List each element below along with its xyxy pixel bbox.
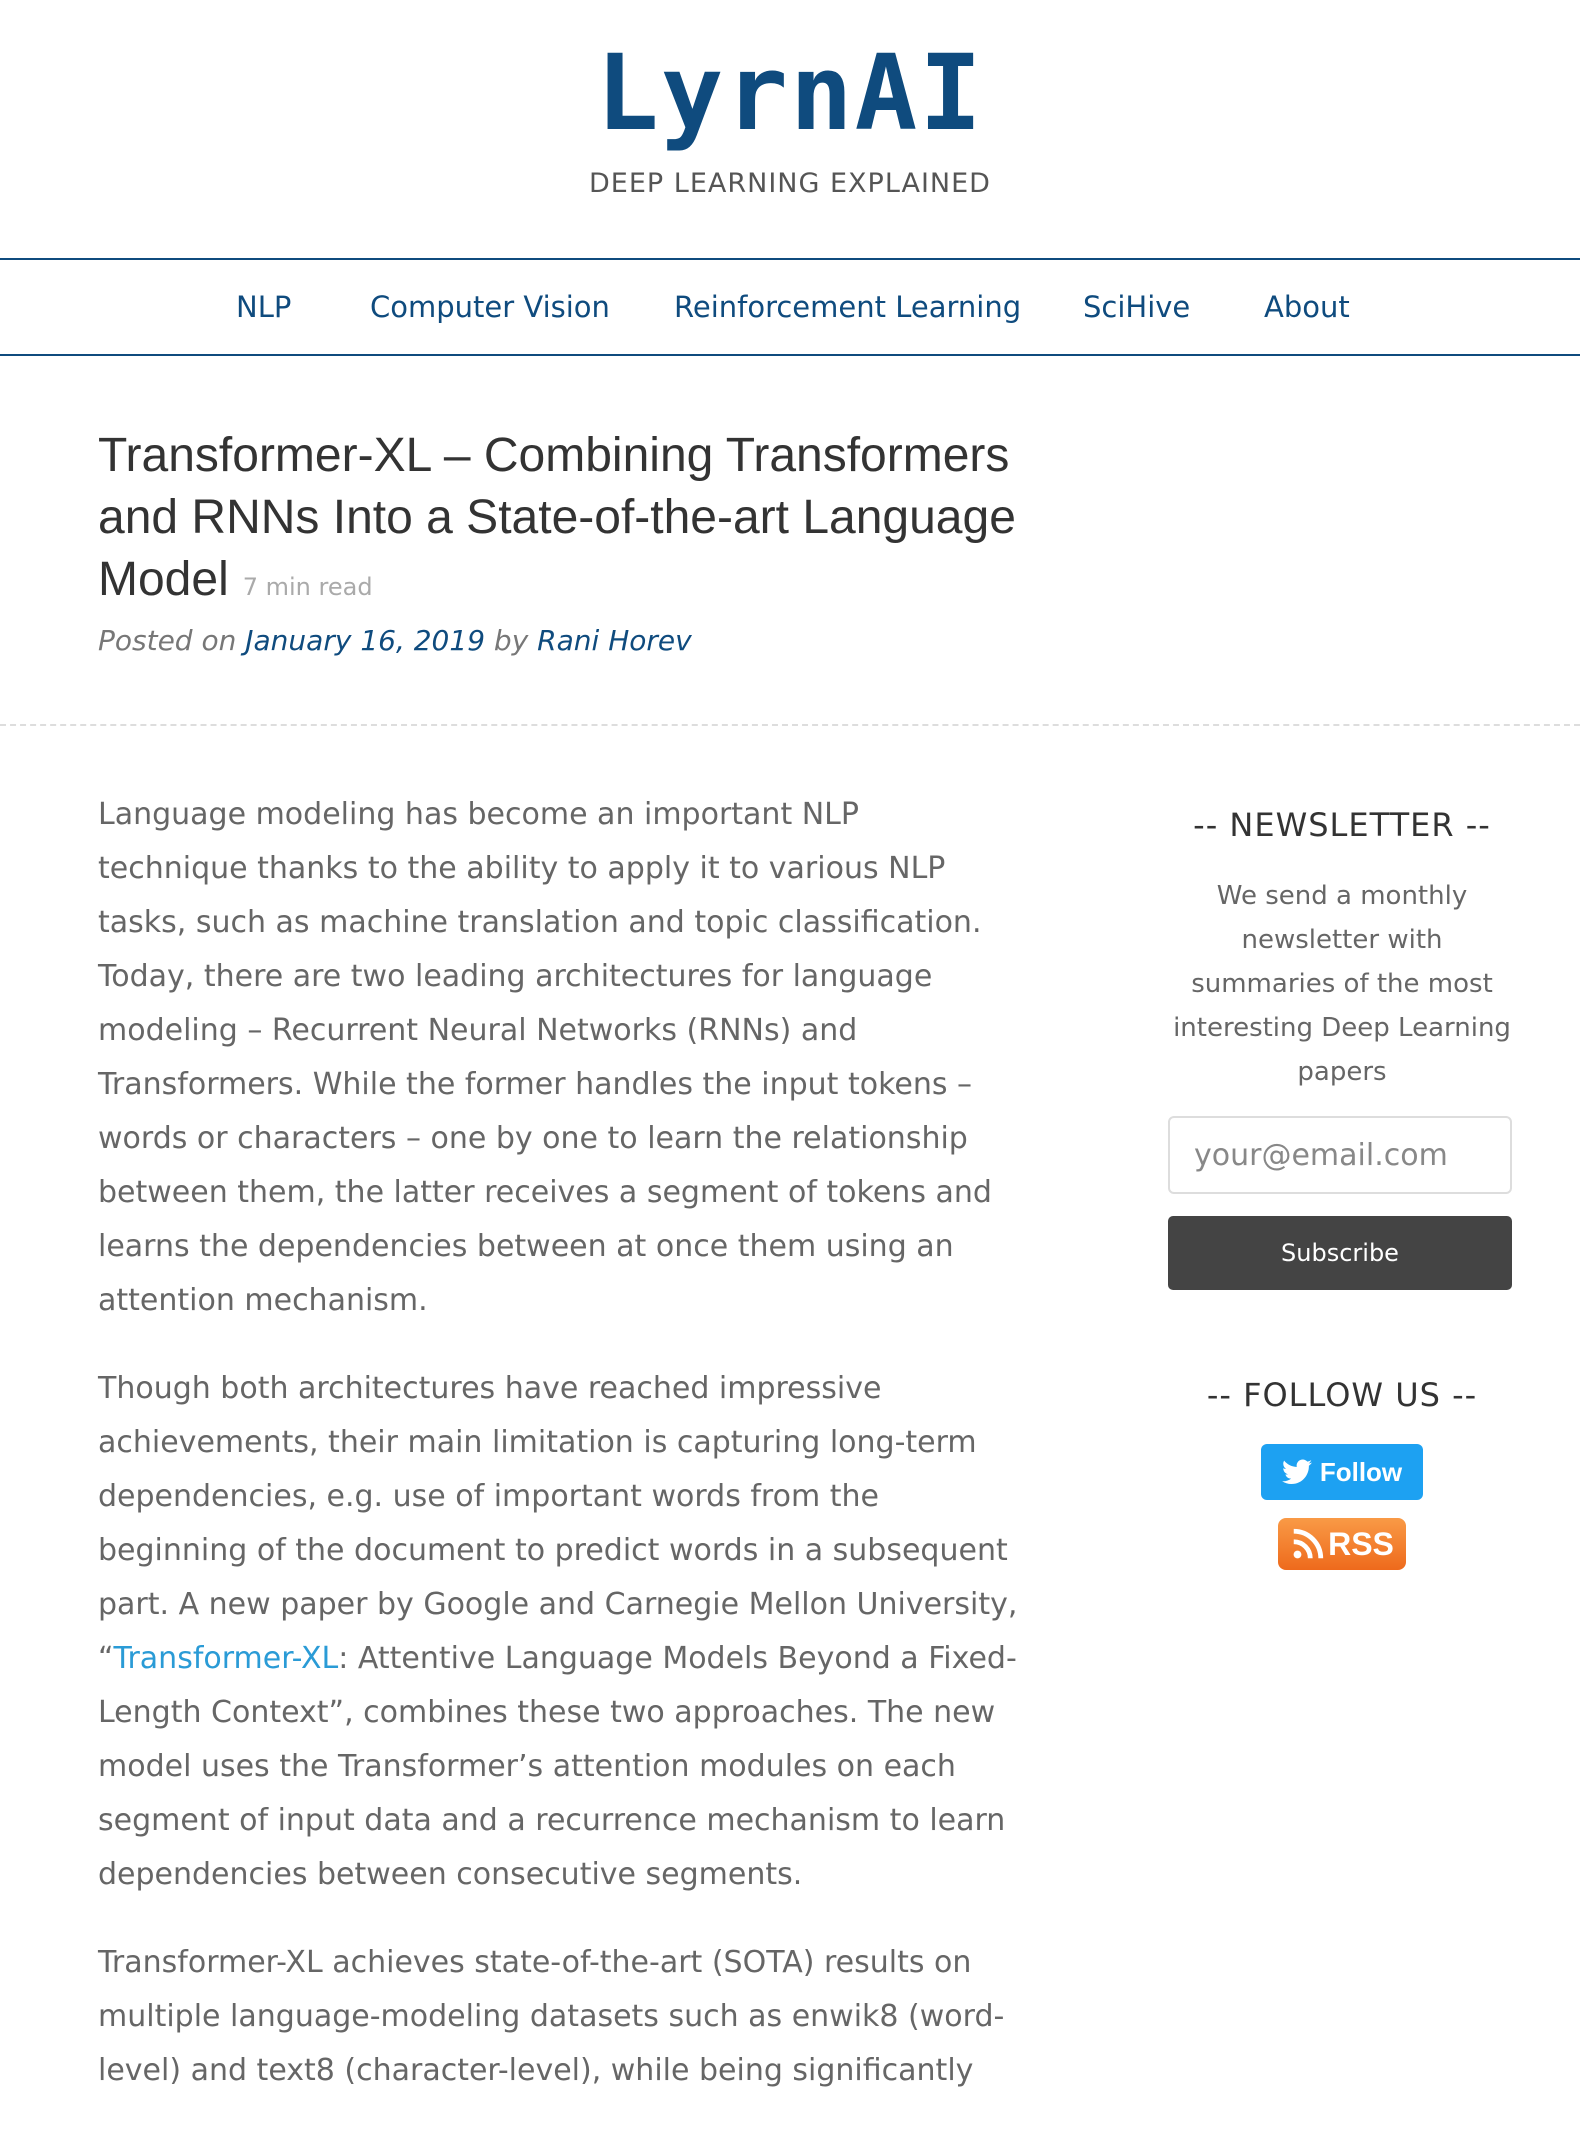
follow-us-title: -- FOLLOW US --: [1206, 1376, 1478, 1414]
article-paragraph: Though both architectures have reached i…: [98, 1362, 1018, 1902]
twitter-bird-icon: [1281, 1459, 1312, 1484]
post-title-text: Transformer-XL – Combining Transformers …: [98, 429, 1016, 606]
nav-item-nlp[interactable]: NLP: [236, 290, 291, 324]
nav-item-reinforcement-learning[interactable]: Reinforcement Learning: [674, 290, 1021, 324]
site-tagline: DEEP LEARNING EXPLAINED: [589, 168, 991, 199]
post-meta: Posted on January 16, 2019 by Rani Horev: [98, 624, 692, 657]
rss-label: RSS: [1328, 1525, 1394, 1562]
paragraph-text: Though both architectures have reached i…: [98, 1371, 1018, 1676]
twitter-follow-label: Follow: [1319, 1456, 1403, 1487]
posted-on-label: Posted on: [98, 624, 237, 657]
section-divider: [0, 724, 1580, 726]
twitter-follow-button[interactable]: Follow: [1261, 1444, 1423, 1500]
newsletter-description: We send a monthly newsletter with summar…: [1173, 881, 1511, 1087]
newsletter-title: -- NEWSLETTER --: [1193, 806, 1491, 844]
rss-feed-icon: [1293, 1528, 1324, 1559]
transformer-xl-paper-link[interactable]: Transformer-XL: [114, 1641, 339, 1676]
article-body: Language modeling has become an importan…: [98, 788, 1018, 2132]
sidebar: -- NEWSLETTER -- We send a monthly newsl…: [1168, 806, 1516, 1570]
by-label: by: [493, 624, 529, 657]
paragraph-text: : Attentive Language Models Beyond a Fix…: [98, 1641, 1017, 1892]
email-input[interactable]: [1168, 1116, 1512, 1194]
subscribe-button[interactable]: Subscribe: [1168, 1216, 1512, 1290]
site-header: LyrnAI DEEP LEARNING EXPLAINED: [0, 0, 1580, 258]
main-nav: NLP Computer Vision Reinforcement Learni…: [0, 258, 1580, 356]
post-title: Transformer-XL – Combining Transformers …: [98, 425, 1038, 618]
post-date-link[interactable]: January 16, 2019: [245, 624, 485, 657]
read-time: 7 min read: [242, 573, 373, 601]
nav-item-computer-vision[interactable]: Computer Vision: [370, 290, 610, 324]
article-paragraph: Language modeling has become an importan…: [98, 797, 992, 1318]
nav-item-about[interactable]: About: [1264, 290, 1350, 324]
rss-button[interactable]: RSS: [1278, 1518, 1406, 1570]
site-logo[interactable]: LyrnAI: [0, 38, 1580, 148]
nav-item-scihive[interactable]: SciHive: [1083, 290, 1190, 324]
author-link[interactable]: Rani Horev: [537, 624, 692, 657]
article-paragraph: Transformer-XL achieves state-of-the-art…: [98, 1945, 1005, 2088]
